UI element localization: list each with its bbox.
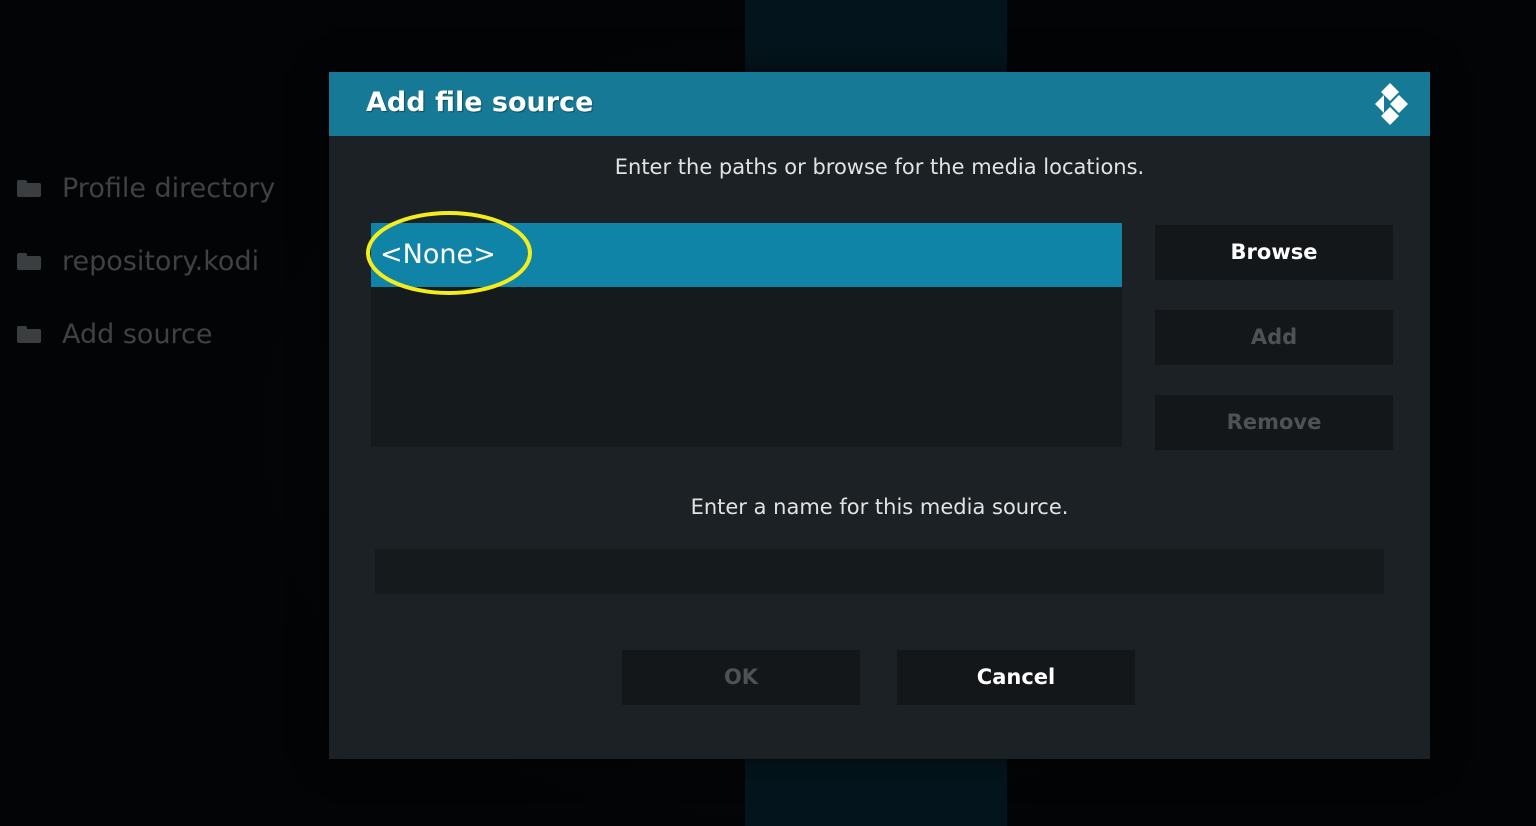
ok-button[interactable]: OK	[622, 650, 860, 705]
bg-item-label: Profile directory	[62, 173, 276, 204]
bg-item-label: repository.kodi	[62, 246, 260, 277]
bg-item-add-source[interactable]: Add source	[14, 298, 275, 371]
bg-item-repository-kodi[interactable]: repository.kodi	[14, 225, 275, 298]
dialog-title: Add file source	[366, 87, 594, 118]
dialog-header: Add file source	[329, 72, 1430, 136]
kodi-logo-icon	[1375, 83, 1408, 125]
bg-item-label: Add source	[62, 319, 213, 350]
add-file-source-dialog: Add file source Enter the paths or brows…	[329, 72, 1430, 759]
folder-icon	[17, 253, 41, 270]
browse-button[interactable]: Browse	[1155, 225, 1393, 280]
bg-item-profile-directory[interactable]: Profile directory	[14, 152, 275, 225]
kodi-screen: Profile directory repository.kodi Add so…	[0, 0, 1536, 826]
source-name-input[interactable]	[375, 549, 1384, 594]
folder-icon	[17, 326, 41, 343]
paths-prompt: Enter the paths or browse for the media …	[614, 155, 1145, 179]
folder-icon	[17, 180, 41, 197]
path-row-value: <None>	[380, 239, 496, 270]
cancel-button[interactable]: Cancel	[897, 650, 1135, 705]
path-row-selected[interactable]: <None>	[371, 223, 1122, 287]
background-source-list: Profile directory repository.kodi Add so…	[14, 152, 275, 371]
paths-list[interactable]: <None>	[371, 223, 1122, 447]
add-button[interactable]: Add	[1155, 310, 1393, 365]
name-prompt: Enter a name for this media source.	[690, 495, 1069, 519]
remove-button[interactable]: Remove	[1155, 395, 1393, 450]
